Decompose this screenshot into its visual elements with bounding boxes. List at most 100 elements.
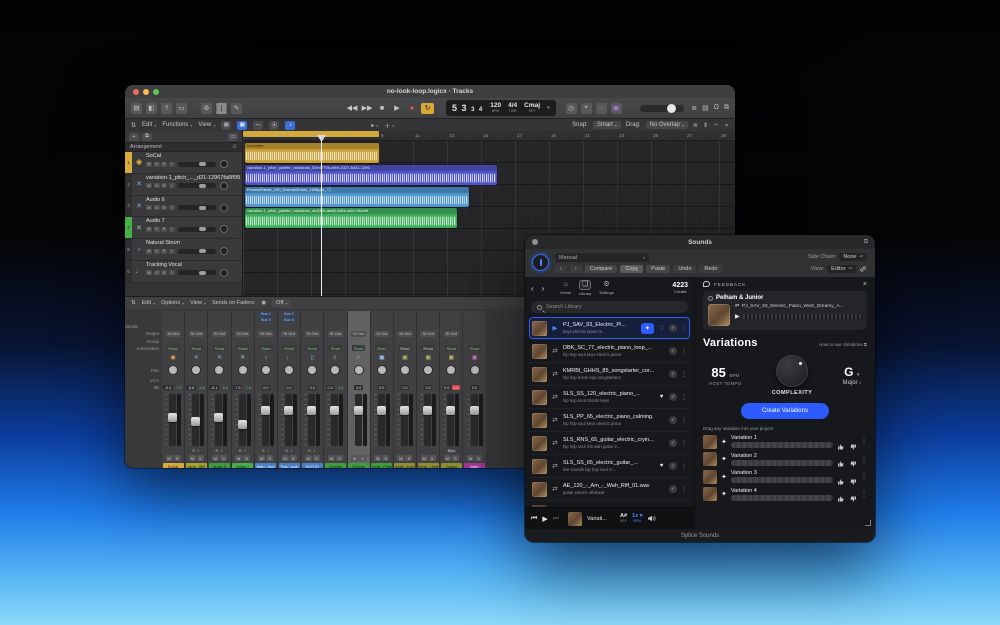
- track-name[interactable]: SoCal: [146, 153, 240, 159]
- send-slot[interactable]: Bus 2: [283, 312, 296, 317]
- variation-menu-icon[interactable]: ⋮: [861, 456, 867, 463]
- record-input-buttons[interactable]: R I: [308, 449, 316, 453]
- pan-knob[interactable]: [261, 365, 271, 375]
- capture-icon[interactable]: ♪: [285, 121, 295, 130]
- volume-db-value[interactable]: -5.1: [209, 385, 219, 390]
- sample-menu-icon[interactable]: ⋮: [681, 348, 687, 355]
- create-variations-icon-button[interactable]: ✦: [641, 323, 654, 334]
- sample-tags[interactable]: hip hop soul keys electric piano: [563, 421, 654, 426]
- input-monitor-button[interactable]: I: [169, 249, 175, 254]
- volume-db-value[interactable]: 0.0: [424, 385, 432, 390]
- track-volume-slider[interactable]: [178, 270, 216, 275]
- automation-mode-button[interactable]: Read: [329, 345, 343, 351]
- feedback-bar[interactable]: FEEDBACK ×: [703, 277, 867, 291]
- quick-help-icon[interactable]: ?: [161, 103, 172, 114]
- mute-button[interactable]: M: [258, 455, 265, 461]
- grid-view-icon[interactable]: ▦: [221, 121, 231, 130]
- mute-button[interactable]: M: [282, 455, 289, 461]
- track-volume-slider[interactable]: [178, 205, 216, 210]
- mute-button[interactable]: M: [397, 455, 404, 461]
- record-enable-button[interactable]: R: [161, 270, 167, 275]
- sample-name[interactable]: SLS_PP_65_electric_piano_calming...: [563, 414, 654, 420]
- variation-row[interactable]: ✦ Variation 4 ⋮: [703, 486, 867, 504]
- track-pan-knob[interactable]: [220, 204, 228, 212]
- channel-name-tab[interactable]: Smal...l Hall: [418, 463, 439, 468]
- rewind-button[interactable]: ◀◀: [346, 104, 358, 112]
- fader-cap[interactable]: [377, 406, 386, 415]
- channel-name-tab[interactable]: varia...f6f9: [186, 463, 207, 468]
- nav-settings[interactable]: ⚙Settings: [599, 281, 613, 295]
- window-resize-handle[interactable]: [865, 520, 871, 526]
- tuner-icon[interactable]: ◌: [596, 103, 607, 114]
- variation-name[interactable]: Variation 3: [731, 470, 833, 476]
- automation-icon[interactable]: ⦿: [269, 121, 279, 130]
- mixer-channel-strip[interactable]: St Out Read ✕ -5.1-5.6 R I: [208, 311, 231, 468]
- channel-name-tab[interactable]: Sounds: [348, 463, 369, 468]
- automation-mode-button[interactable]: Read: [352, 345, 366, 351]
- undo-button[interactable]: Undo: [673, 265, 696, 273]
- mute-button[interactable]: M: [467, 455, 474, 461]
- channel-name-tab[interactable]: SoCal: [163, 463, 184, 468]
- track-name[interactable]: Audio 6: [146, 197, 240, 203]
- variations-help-link[interactable]: How to use Variations ⧉: [819, 342, 867, 347]
- track-volume-slider[interactable]: [178, 249, 216, 254]
- sample-name[interactable]: SLS_SS_120_electric_piano_...: [563, 391, 654, 397]
- volume-icon[interactable]: [647, 514, 656, 523]
- mixer-channel-strip[interactable]: Bus 2 Bus 6 St Out Read ♩ 0.0: [278, 311, 301, 468]
- downloaded-check-icon[interactable]: ✓: [669, 485, 677, 493]
- track-pan-knob[interactable]: [220, 160, 228, 168]
- sample-tags[interactable]: hip hop soul rnb wah guitar e...: [563, 444, 654, 449]
- downloaded-check-icon[interactable]: ✓: [669, 393, 677, 401]
- automation-mode-button[interactable]: Read: [166, 345, 180, 351]
- playhead[interactable]: [321, 141, 322, 296]
- fader-cap[interactable]: [423, 406, 432, 415]
- track-header[interactable]: 2 ✕ variation-1_pitch_..._d21-12967fa6f6…: [125, 174, 242, 196]
- track-pan-knob[interactable]: [220, 225, 228, 233]
- sample-row[interactable]: ⇄ SLS_PP_65_electric_piano_calming... hi…: [529, 409, 690, 432]
- mute-button[interactable]: M: [235, 455, 242, 461]
- volume-db-value[interactable]: -5.4: [163, 385, 173, 390]
- sample-play-icon[interactable]: ⇄: [551, 393, 559, 401]
- output-slot[interactable]: St Out: [351, 331, 366, 337]
- next-track-icon[interactable]: ⏭: [553, 515, 559, 523]
- favorite-icon[interactable]: ♥: [658, 394, 665, 400]
- track-header[interactable]: 6 ♩ Tracking Vocal M S R I: [125, 261, 242, 283]
- automation-mode-button[interactable]: Read: [468, 345, 482, 351]
- thumbs-up-icon[interactable]: [837, 490, 845, 498]
- mixer-channel-strip[interactable]: St Out Read ▣ 0.02.0 Bnc: [440, 311, 463, 468]
- player-bpm-sync-badge[interactable]: 1x ▾BPM: [632, 514, 642, 523]
- fader-cap[interactable]: [307, 406, 316, 415]
- audio-region[interactable]: variation-1_pitch_palette_variations_53e…: [245, 165, 497, 185]
- pan-knob[interactable]: [238, 365, 248, 375]
- mixer-channel-strip[interactable]: St Out Read ▣ 0.0: [417, 311, 440, 468]
- side-chain-select[interactable]: None▴▾: [839, 253, 867, 261]
- volume-db-value[interactable]: 0.0: [470, 385, 478, 390]
- flex-icon[interactable]: 〜: [253, 121, 263, 130]
- record-input-buttons[interactable]: R I: [216, 449, 224, 453]
- pan-knob[interactable]: [354, 365, 364, 375]
- notes-icon[interactable]: ▤: [702, 104, 709, 112]
- sample-tags[interactable]: guitar electric afrobeat: [563, 490, 654, 495]
- snap-menu[interactable]: Smart▾: [593, 121, 621, 129]
- mixer-channel-strip[interactable]: St Out Read ✕ -7.6-7.6 R I: [232, 311, 255, 468]
- thumbs-down-icon[interactable]: [849, 473, 857, 481]
- metronome-icon[interactable]: ⌖: [581, 103, 592, 114]
- variation-waveform[interactable]: [731, 495, 833, 501]
- sample-play-icon[interactable]: ⇄: [551, 439, 559, 447]
- volume-db-value[interactable]: 0.0: [262, 385, 270, 390]
- channel-name-tab[interactable]: Audio 7: [232, 463, 253, 468]
- track-pan-knob[interactable]: [220, 247, 228, 255]
- mute-button[interactable]: M: [146, 249, 152, 254]
- output-slot[interactable]: St Out: [235, 331, 250, 337]
- close-icon[interactable]: ×: [863, 281, 867, 288]
- mixer-options-menu[interactable]: Options▾: [161, 300, 184, 306]
- sample-name[interactable]: DBK_SC_77_electric_piano_loop_...: [563, 345, 654, 351]
- input-monitor-button[interactable]: I: [169, 183, 175, 188]
- variation-row[interactable]: ✦ Variation 3 ⋮: [703, 468, 867, 486]
- record-enable-button[interactable]: R: [161, 227, 167, 232]
- sample-row[interactable]: ⇄ KMRBI_GHHS_85_songstarter_cor... hip h…: [529, 363, 690, 386]
- solo-button[interactable]: S: [154, 249, 160, 254]
- record-input-buttons[interactable]: R I: [262, 449, 270, 453]
- add-track-button[interactable]: +: [129, 133, 139, 141]
- sample-list[interactable]: ▶ PJ_SAV_93_Electric_Pi... keys electric…: [525, 317, 694, 529]
